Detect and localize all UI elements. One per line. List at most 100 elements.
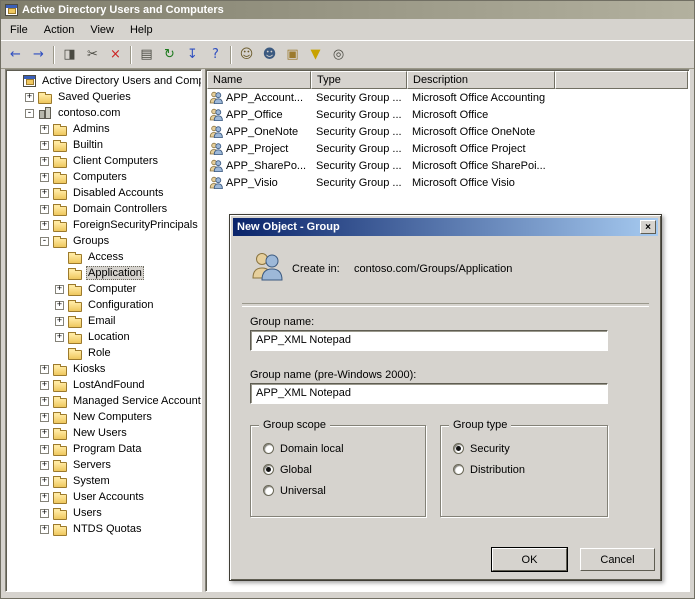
group-name-input[interactable]: APP_XML Notepad [250, 330, 608, 351]
tree-expander-icon[interactable]: + [40, 444, 49, 454]
column-header-description[interactable]: Description [407, 71, 555, 89]
list-row[interactable]: APP_Project Security Group ... Microsoft… [207, 140, 688, 157]
tree-item-label: Client Computers [73, 155, 158, 167]
tree-expander-icon[interactable]: + [40, 524, 49, 534]
properties-button[interactable]: ▤ [135, 44, 158, 66]
tree-item[interactable]: - Groups [8, 233, 201, 249]
tree-item[interactable]: + ForeignSecurityPrincipals [8, 217, 201, 233]
tree-item[interactable]: + Program Data [8, 441, 201, 457]
tree-item[interactable]: Role [8, 345, 201, 361]
tree-item[interactable]: + New Users [8, 425, 201, 441]
set-filter-button[interactable]: ▼ [304, 44, 327, 66]
menu-file[interactable]: File [2, 21, 36, 39]
tree-item-label: Users [73, 507, 102, 519]
folder-icon [53, 523, 67, 536]
tree-expander-icon[interactable]: + [40, 172, 49, 182]
list-row[interactable]: APP_Account... Security Group ... Micros… [207, 89, 688, 106]
group-type-box: Group type Security Distribution [440, 418, 608, 517]
tree-item[interactable]: + LostAndFound [8, 377, 201, 393]
tree-expander-icon[interactable]: + [40, 364, 49, 374]
tree-item[interactable]: + User Accounts [8, 489, 201, 505]
tree-expander-icon[interactable]: + [40, 204, 49, 214]
tree-item[interactable]: Access [8, 249, 201, 265]
tree-item[interactable]: + Saved Queries [8, 89, 201, 105]
menu-help[interactable]: Help [122, 21, 161, 39]
tree-expander-icon[interactable]: + [40, 380, 49, 390]
tree-item[interactable]: + Builtin [8, 137, 201, 153]
list-row[interactable]: APP_SharePo... Security Group ... Micros… [207, 157, 688, 174]
list-row[interactable]: APP_Office Security Group ... Microsoft … [207, 106, 688, 123]
menu-view[interactable]: View [82, 21, 122, 39]
radio-domain-local[interactable]: Domain local [263, 442, 425, 455]
show-console-tree-button[interactable]: ◨ [58, 44, 81, 66]
radio-icon [263, 464, 274, 475]
new-ou-button[interactable]: ▣ [281, 44, 304, 66]
find-objects-button[interactable]: ◎ [327, 44, 350, 66]
tree-expander-icon[interactable]: + [55, 316, 64, 326]
radio-universal[interactable]: Universal [263, 484, 425, 497]
tree-expander-icon[interactable]: + [40, 156, 49, 166]
cut-button[interactable]: ✂ [81, 44, 104, 66]
delete-button[interactable]: × [104, 44, 127, 66]
cancel-button[interactable]: Cancel [580, 548, 655, 571]
list-row[interactable]: APP_OneNote Security Group ... Microsoft… [207, 123, 688, 140]
export-list-button[interactable]: ↧ [181, 44, 204, 66]
forward-button[interactable]: → [27, 44, 50, 66]
column-header-name[interactable]: Name [207, 71, 311, 89]
tree-item[interactable]: + New Computers [8, 409, 201, 425]
tree-item[interactable]: + Domain Controllers [8, 201, 201, 217]
refresh-button[interactable]: ↻ [158, 44, 181, 66]
tree-item[interactable]: + Users [8, 505, 201, 521]
pre-windows-name-input[interactable]: APP_XML Notepad [250, 383, 608, 404]
help-button[interactable]: ? [204, 44, 227, 66]
tree-expander-icon[interactable]: + [55, 284, 64, 294]
tree-expander-icon[interactable]: + [55, 332, 64, 342]
tree-item[interactable]: - contoso.com [8, 105, 201, 121]
tree-expander-icon[interactable]: + [40, 220, 49, 230]
menu-action[interactable]: Action [36, 21, 83, 39]
tree-item[interactable]: + Kiosks [8, 361, 201, 377]
tree-expander-icon[interactable]: + [40, 396, 49, 406]
list-row[interactable]: APP_Visio Security Group ... Microsoft O… [207, 174, 688, 191]
tree-expander-icon[interactable]: - [25, 108, 34, 118]
radio-distribution[interactable]: Distribution [453, 463, 607, 476]
tree-item[interactable]: + Configuration [8, 297, 201, 313]
ok-button[interactable]: OK [492, 548, 567, 571]
tree-expander-icon[interactable]: + [40, 460, 49, 470]
column-header-type[interactable]: Type [311, 71, 407, 89]
tree-item[interactable]: Active Directory Users and Comput [8, 73, 201, 89]
tree-expander-icon[interactable]: + [40, 492, 49, 502]
dialog-close-button[interactable]: × [640, 220, 656, 234]
tree-item[interactable]: + NTDS Quotas [8, 521, 201, 537]
radio-global[interactable]: Global [263, 463, 425, 476]
menu-bar: File Action View Help [1, 19, 694, 40]
tree-expander-icon[interactable]: + [40, 188, 49, 198]
tree-item[interactable]: + Computer [8, 281, 201, 297]
list-header: Name Type Description [207, 71, 688, 89]
tree-item[interactable]: + Disabled Accounts [8, 185, 201, 201]
tree-item[interactable]: + Managed Service Accounts [8, 393, 201, 409]
tree-item[interactable]: Application [8, 265, 201, 281]
tree-item[interactable]: + Client Computers [8, 153, 201, 169]
tree-item[interactable]: + Location [8, 329, 201, 345]
dialog-divider [242, 303, 649, 307]
tree-item[interactable]: + Admins [8, 121, 201, 137]
tree-item[interactable]: + Email [8, 313, 201, 329]
tree-item[interactable]: + System [8, 473, 201, 489]
back-button[interactable]: ← [4, 44, 27, 66]
new-group-button[interactable]: ☻ [258, 44, 281, 66]
tree-item[interactable]: + Servers [8, 457, 201, 473]
tree-expander-icon[interactable]: + [40, 428, 49, 438]
tree-expander-icon[interactable]: + [40, 124, 49, 134]
tree-expander-icon[interactable]: + [40, 140, 49, 150]
tree-item[interactable]: + Computers [8, 169, 201, 185]
new-user-button[interactable]: ☺ [235, 44, 258, 66]
radio-security[interactable]: Security [453, 442, 607, 455]
tree-expander-icon[interactable]: + [40, 508, 49, 518]
tree-expander-icon[interactable]: + [40, 412, 49, 422]
tree-item-label: LostAndFound [73, 379, 145, 391]
tree-expander-icon[interactable]: - [40, 236, 49, 246]
tree-expander-icon[interactable]: + [55, 300, 64, 310]
tree-expander-icon[interactable]: + [40, 476, 49, 486]
tree-expander-icon[interactable]: + [25, 92, 34, 102]
